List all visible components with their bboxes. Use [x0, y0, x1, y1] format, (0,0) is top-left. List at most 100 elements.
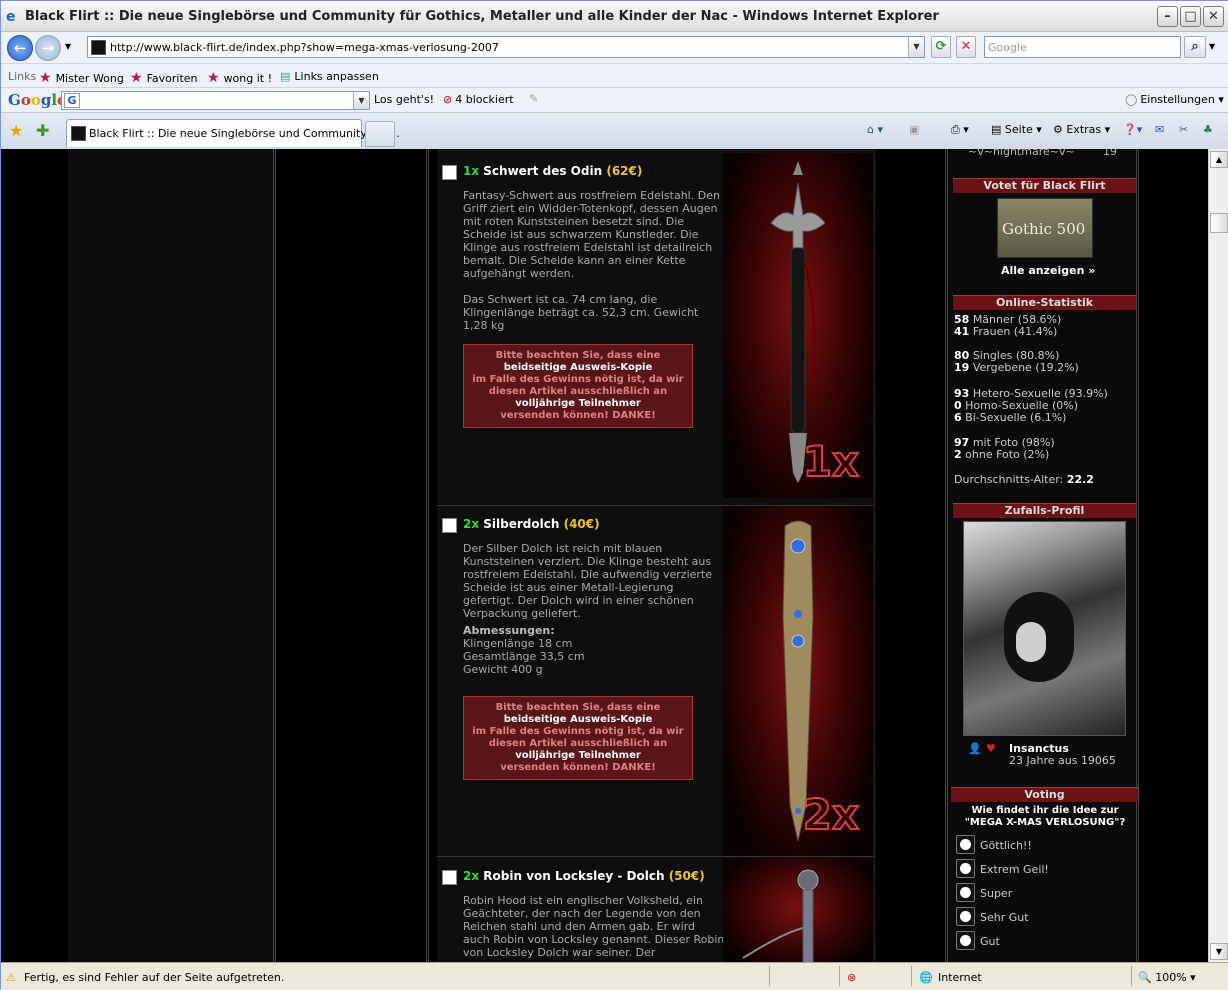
messenger-icon[interactable]: ♣ [1203, 123, 1213, 136]
radio-button[interactable] [956, 883, 975, 902]
tools-icon[interactable]: ✂ [1179, 123, 1188, 136]
search-icon[interactable]: ⌕ [1184, 36, 1206, 58]
gothic500-label: Gothic 500 [1002, 220, 1086, 238]
status-text: Fertig, es sind Fehler auf der Seite auf… [24, 971, 285, 984]
close-button[interactable]: ✕ [1203, 6, 1224, 27]
prize-item: 1x Schwert des Odin (62€) Fantasy-Schwer… [437, 153, 874, 506]
address-bar[interactable]: http://www.black-flirt.de/index.php?show… [87, 36, 925, 58]
favorites-star-icon[interactable]: ★ [9, 121, 23, 140]
search-options-icon[interactable]: ▼ [1209, 42, 1215, 51]
title-bar: e Black Flirt :: Die neue Singlebörse un… [1, 1, 1228, 32]
voting-question: Wie findet ihr die Idee zur "MEGA X-MAS … [964, 805, 1126, 828]
prize-title: 2x Robin von Locksley - Dolch (50€) [463, 869, 705, 883]
address-url: http://www.black-flirt.de/index.php?show… [110, 41, 499, 54]
scroll-down-button[interactable]: ▼ [1210, 943, 1228, 960]
window-title: Black Flirt :: Die neue Singlebörse und … [25, 9, 939, 24]
stop-button[interactable]: ✕ [956, 36, 976, 58]
google-g-icon[interactable]: G [64, 93, 80, 108]
extras-menu[interactable]: ⚙ Extras ▾ [1053, 123, 1110, 136]
research-icon[interactable]: ✉ [1155, 123, 1164, 136]
left-inner-column [281, 149, 429, 962]
address-row: ← → ▼ http://www.black-flirt.de/index.ph… [1, 32, 1228, 63]
top-user[interactable]: ~v~nightmare~v~ [968, 149, 1075, 158]
locksley-dagger-image [723, 858, 873, 962]
prize-checkbox[interactable] [442, 870, 457, 885]
dagger-image: 2x [723, 506, 873, 856]
zoom-control[interactable]: 🔍 100% ▾ [1138, 971, 1196, 984]
google-search-input[interactable]: G ▼ [61, 91, 370, 110]
browser-window: e Black Flirt :: Die neue Singlebörse un… [0, 0, 1228, 990]
prize-item: 2x Robin von Locksley - Dolch (50€) Robi… [437, 858, 874, 962]
quantity-badge: 2x [802, 789, 860, 840]
links-label: Links [8, 70, 37, 83]
link-favoriten[interactable]: ★ Favoriten [130, 70, 198, 86]
id-warning: Bitte beachten Sie, dass eine beidseitige… [463, 344, 693, 428]
online-stats-header: Online-Statistik [953, 295, 1136, 310]
scroll-up-button[interactable]: ▲ [1210, 151, 1228, 168]
id-warning: Bitte beachten Sie, dass eine beidseitige… [463, 696, 693, 780]
help-icon[interactable]: ❓▾ [1123, 123, 1142, 136]
add-favorites-icon[interactable]: ✚ [36, 121, 49, 140]
prize-description: Robin Hood ist ein englischer Volksheld,… [463, 894, 725, 959]
tab-active[interactable]: Black Flirt :: Die neue Singlebörse und … [66, 119, 400, 147]
quantity-badge: 1x [802, 436, 860, 487]
address-dropdown-icon[interactable]: ▼ [908, 37, 924, 57]
google-dropdown-icon[interactable]: ▼ [353, 92, 369, 109]
back-button[interactable]: ← [7, 35, 33, 61]
radio-button[interactable] [956, 907, 975, 926]
stat-average-age: Durchschnitts-Alter: 22.2 [954, 473, 1094, 486]
status-bar: ⚠ Fertig, es sind Fehler auf der Seite a… [1, 962, 1228, 990]
links-bar: Links ★ Mister Wong ★ Favoriten ★ wong it !… [1, 63, 1228, 87]
scroll-thumb[interactable] [1210, 213, 1228, 233]
page-menu[interactable]: ▤ Seite ▾ [991, 123, 1042, 136]
popup-blocker[interactable]: ⊘ 4 blockiert [443, 93, 514, 106]
gothic500-banner[interactable]: Gothic 500 [997, 198, 1093, 258]
new-tab-button[interactable] [365, 121, 395, 147]
prize-checkbox[interactable] [442, 165, 457, 180]
tab-title: Black Flirt :: Die neue Singlebörse und … [89, 127, 400, 140]
refresh-button[interactable]: ⟳ [931, 36, 951, 58]
pencil-icon[interactable]: ✎ [529, 92, 538, 105]
forward-button[interactable]: → [35, 35, 61, 61]
prize-description: Fantasy-Schwert aus rostfreiem Edelstahl… [463, 189, 720, 280]
vertical-scrollbar[interactable]: ▲ ▼ [1208, 149, 1228, 962]
radio-button[interactable] [956, 835, 975, 854]
zone-text: Internet [938, 971, 982, 984]
privacy-icon[interactable]: ⊗ [847, 971, 856, 984]
stat-bi: 6 Bi-Sexuelle (6.1%) [954, 411, 1067, 424]
ie-icon: e [6, 9, 16, 25]
home-icon[interactable]: ⌂ ▾ [867, 123, 883, 136]
prize-list: 1x Schwert des Odin (62€) Fantasy-Schwer… [437, 149, 874, 962]
profile-photo[interactable] [963, 521, 1126, 736]
dimension-line: Gewicht 400 g [463, 663, 543, 676]
right-gap [874, 149, 944, 962]
radio-button[interactable] [956, 859, 975, 878]
link-mister-wong[interactable]: ★ Mister Wong [39, 70, 124, 86]
prize-title: 2x Silberdolch (40€) [463, 517, 600, 531]
settings-menu[interactable]: ◯ Einstellungen ▾ [1125, 93, 1224, 106]
show-all-link[interactable]: Alle anzeigen » [1001, 265, 1095, 277]
google-toolbar: Google G ▼ Los geht's! ⊘4 blockiert ✎ ◯E… [1, 87, 1228, 112]
left-margin [6, 149, 68, 962]
link-wong-it[interactable]: ★ wong it ! [207, 70, 272, 86]
globe-icon: 🌐 [919, 971, 933, 984]
google-go-button[interactable]: Los geht's! [374, 93, 434, 106]
radio-button[interactable] [956, 931, 975, 950]
prize-checkbox[interactable] [442, 518, 457, 533]
user-icon: 👤 [968, 742, 982, 755]
search-input[interactable]: Google [984, 36, 1181, 58]
feeds-icon[interactable]: ▣ [909, 123, 919, 136]
site-favicon [91, 40, 106, 55]
print-icon[interactable]: ⎙ ▾ [951, 123, 969, 137]
star-icon: ★ [207, 70, 220, 86]
history-dropdown-icon[interactable]: ▼ [65, 42, 71, 51]
page-icon: ▤ [280, 70, 291, 83]
warning-icon[interactable]: ⚠ [6, 971, 16, 984]
random-profile-header: Zufalls-Profil [953, 503, 1136, 518]
stat-women: 41 Frauen (41.4%) [954, 325, 1058, 338]
minimize-button[interactable]: – [1157, 6, 1178, 27]
right-margin [1142, 149, 1208, 962]
settings-icon: ◯ [1125, 93, 1138, 106]
link-links-anpassen[interactable]: ▤ Links anpassen [280, 70, 379, 83]
maximize-button[interactable]: □ [1180, 6, 1201, 27]
